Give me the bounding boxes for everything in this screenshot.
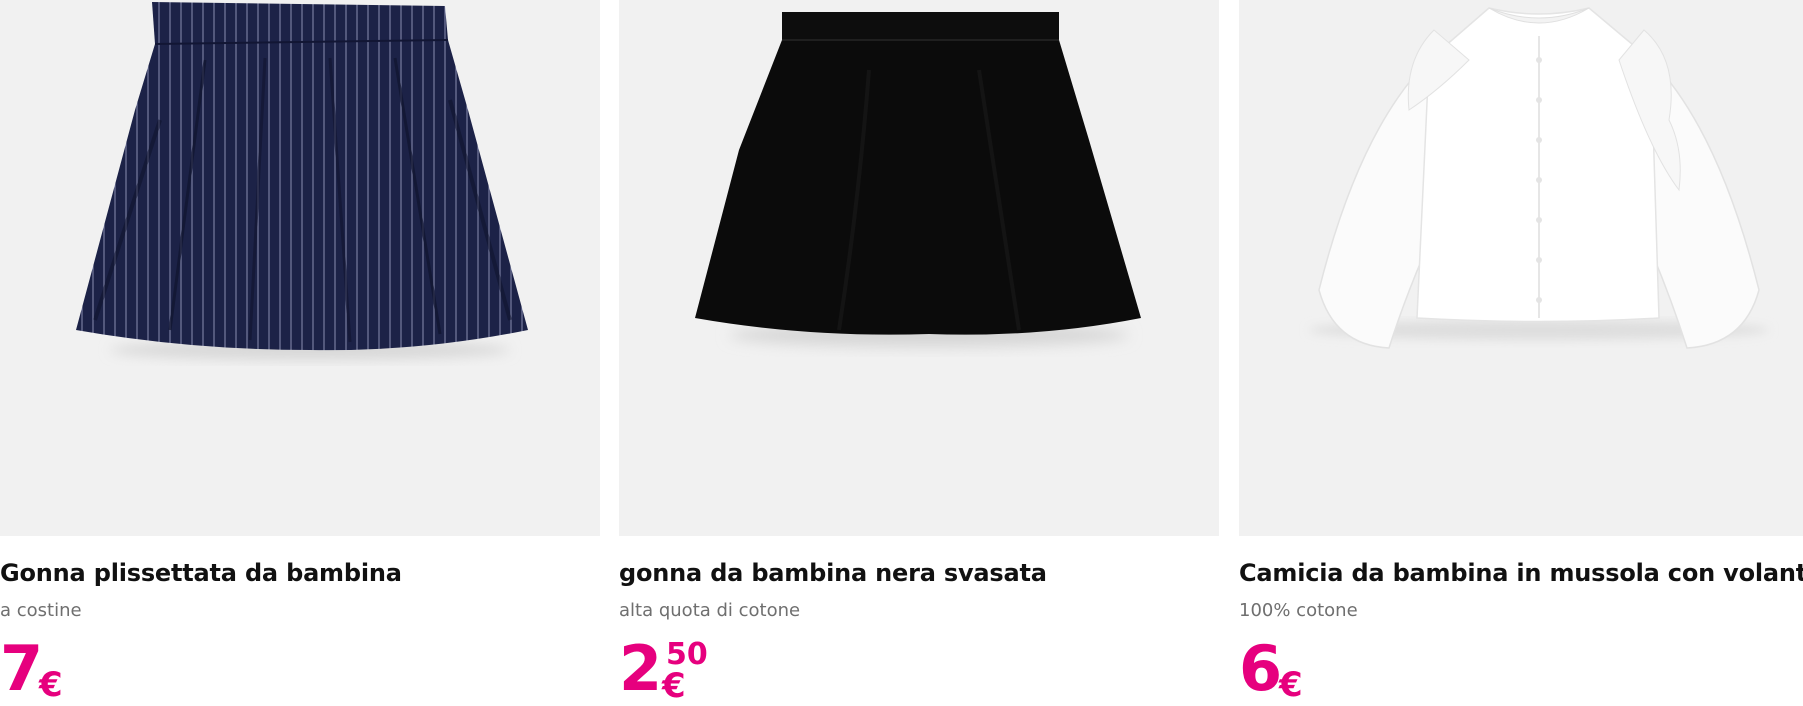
price-currency: €: [39, 665, 63, 705]
black-skirt-image: [695, 12, 1141, 347]
product-subtitle: alta quota di cotone: [619, 600, 801, 621]
price-integer: 7: [0, 632, 43, 705]
product-title[interactable]: Gonna plissettata da bambina: [0, 556, 600, 590]
product-card[interactable]: Camicia da bambina in mussola con volant…: [1239, 0, 1803, 702]
product-subtitle: 100% cotone: [1239, 600, 1358, 621]
product-subtitle: a costine: [0, 600, 82, 621]
product-title[interactable]: gonna da bambina nera svasata: [619, 556, 1219, 590]
white-blouse-image: [1309, 7, 1769, 349]
product-card[interactable]: Gonna plissettata da bambina a costine 7…: [0, 0, 600, 702]
product-title[interactable]: Camicia da bambina in mussola con volant…: [1239, 556, 1803, 590]
price-integer: 2: [619, 632, 662, 705]
product-grid: Gonna plissettata da bambina a costine 7…: [0, 0, 1803, 706]
product-image[interactable]: [0, 0, 600, 536]
price-currency: €: [1279, 665, 1303, 705]
pleated-skirt-image: [76, 2, 528, 360]
price-currency: €: [662, 666, 686, 706]
price-integer: 6: [1239, 632, 1282, 705]
product-image[interactable]: [619, 0, 1219, 536]
product-image[interactable]: [1239, 0, 1803, 536]
product-card[interactable]: gonna da bambina nera svasata alta quota…: [619, 0, 1219, 706]
